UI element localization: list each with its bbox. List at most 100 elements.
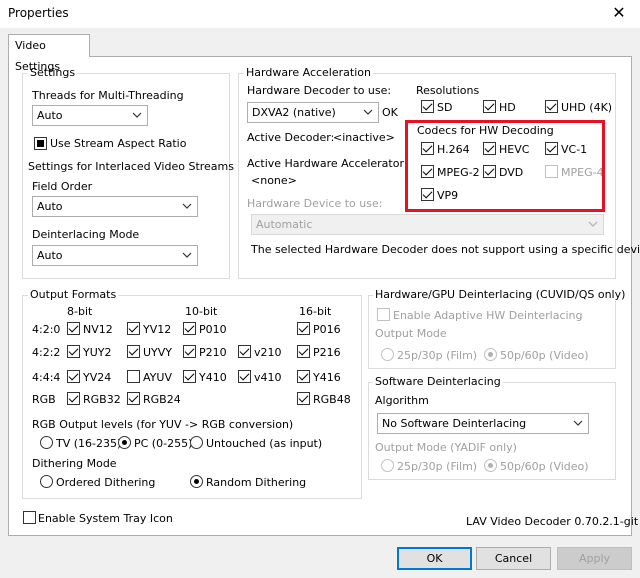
rgb-level-untouched-label: Untouched (as input) xyxy=(206,437,323,450)
format-p016-checkbox[interactable] xyxy=(297,322,310,335)
system-tray-checkbox[interactable] xyxy=(23,511,36,524)
hw-mode-film-radio[interactable] xyxy=(381,348,394,361)
format-rgb32-label: RGB32 xyxy=(83,393,121,406)
row-label-420: 4:2:0 xyxy=(32,323,61,336)
hw-output-mode-label: Output Mode xyxy=(375,327,447,340)
format-y416-checkbox[interactable] xyxy=(297,370,310,383)
format-rgb48-checkbox[interactable] xyxy=(297,392,310,405)
decoder-value: DXVA2 (native) xyxy=(252,106,336,119)
sw-mode-film-label: 25p/30p (Film) xyxy=(397,460,478,473)
format-yuy2-checkbox[interactable] xyxy=(67,345,80,358)
format-p210-checkbox[interactable] xyxy=(183,345,196,358)
col-header-8bit: 8-bit xyxy=(67,305,93,318)
threads-label: Threads for Multi-Threading xyxy=(32,89,184,102)
hw-mode-video-radio[interactable] xyxy=(484,348,497,361)
tab-video-settings[interactable]: Video Settings xyxy=(8,34,90,73)
chevron-down-icon xyxy=(573,420,583,426)
format-rgb24-checkbox[interactable] xyxy=(127,392,140,405)
chevron-down-icon xyxy=(182,252,192,258)
stream-aspect-checkbox[interactable] xyxy=(34,137,47,150)
resolutions-label: Resolutions xyxy=(416,84,480,97)
apply-button[interactable]: Apply xyxy=(557,547,632,570)
rgb-level-untouched-radio[interactable] xyxy=(190,436,203,449)
algorithm-value: No Software Deinterlacing xyxy=(382,417,527,430)
adaptive-hw-deint-checkbox[interactable] xyxy=(377,308,390,321)
format-ayuv-label: AYUV xyxy=(143,371,172,384)
interlaced-label: Settings for Interlaced Video Streams xyxy=(28,160,234,173)
field-order-value: Auto xyxy=(37,200,63,213)
resolution-sd-checkbox[interactable] xyxy=(421,100,434,113)
format-y410-checkbox[interactable] xyxy=(183,370,196,383)
format-yv12-checkbox[interactable] xyxy=(127,322,140,335)
rgb-level-tv-radio[interactable] xyxy=(40,436,53,449)
format-yv24-checkbox[interactable] xyxy=(67,370,80,383)
field-order-label: Field Order xyxy=(32,180,93,193)
format-p010-label: P010 xyxy=(199,323,227,336)
sw-mode-film-radio[interactable] xyxy=(381,459,394,472)
col-header-10bit: 10-bit xyxy=(185,305,218,318)
close-icon[interactable]: ✕ xyxy=(604,2,634,24)
threads-select[interactable]: Auto xyxy=(32,105,148,126)
decoder-select[interactable]: DXVA2 (native) xyxy=(247,102,379,123)
row-label-444: 4:4:4 xyxy=(32,371,61,384)
system-tray-label: Enable System Tray Icon xyxy=(38,512,173,525)
format-p010-checkbox[interactable] xyxy=(183,322,196,335)
cancel-button[interactable]: Cancel xyxy=(476,547,551,570)
hw-deint-legend: Hardware/GPU Deinterlacing (CUVID/QS onl… xyxy=(373,288,628,301)
resolution-uhd-label: UHD (4K) xyxy=(561,101,613,114)
hwaccel-legend: Hardware Acceleration xyxy=(244,66,373,79)
deinterlacing-mode-value: Auto xyxy=(37,249,63,262)
format-rgb32-checkbox[interactable] xyxy=(67,392,80,405)
resolution-hd-checkbox[interactable] xyxy=(483,100,496,113)
device-label: Hardware Device to use: xyxy=(247,197,383,210)
sw-mode-video-radio[interactable] xyxy=(484,459,497,472)
format-uyvy-checkbox[interactable] xyxy=(127,345,140,358)
field-order-select[interactable]: Auto xyxy=(32,196,198,217)
format-p216-label: P216 xyxy=(313,346,341,359)
format-rgb24-label: RGB24 xyxy=(143,393,181,406)
sw-deint-legend: Software Deinterlacing xyxy=(373,375,503,388)
title-bar xyxy=(0,0,640,28)
format-nv12-checkbox[interactable] xyxy=(67,322,80,335)
rgb-level-tv-label: TV (16-235) xyxy=(56,437,122,450)
resolution-hd-label: HD xyxy=(499,101,516,114)
dithering-random-radio[interactable] xyxy=(190,475,203,488)
format-p210-label: P210 xyxy=(199,346,227,359)
active-accel-value: <none> xyxy=(251,174,297,187)
resolution-uhd-checkbox[interactable] xyxy=(545,100,558,113)
ok-button[interactable]: OK xyxy=(397,547,472,570)
decoder-label: Hardware Decoder to use: xyxy=(247,84,392,97)
row-label-rgb: RGB xyxy=(32,393,56,406)
format-nv12-label: NV12 xyxy=(83,323,113,336)
chevron-down-icon xyxy=(182,203,192,209)
format-ayuv-checkbox[interactable] xyxy=(127,370,140,383)
rgb-level-pc-radio[interactable] xyxy=(118,436,131,449)
hw-mode-film-label: 25p/30p (Film) xyxy=(397,349,478,362)
deinterlacing-mode-select[interactable]: Auto xyxy=(32,245,198,266)
deinterlacing-mode-label: Deinterlacing Mode xyxy=(32,228,140,241)
algorithm-select[interactable]: No Software Deinterlacing xyxy=(377,413,589,434)
dithering-ordered-label: Ordered Dithering xyxy=(56,476,156,489)
adaptive-hw-deint-label: Enable Adaptive HW Deinterlacing xyxy=(393,309,583,322)
decoder-ok-status: OK xyxy=(382,106,398,119)
active-decoder-value: <inactive> xyxy=(333,131,395,144)
chevron-down-icon xyxy=(363,109,373,115)
format-v210-checkbox[interactable] xyxy=(238,345,251,358)
format-yv12-label: YV12 xyxy=(143,323,172,336)
format-p216-checkbox[interactable] xyxy=(297,345,310,358)
format-uyvy-label: UYVY xyxy=(143,346,173,359)
resolution-sd-label: SD xyxy=(437,101,453,114)
format-y410-label: Y410 xyxy=(199,371,227,384)
stream-aspect-label: Use Stream Aspect Ratio xyxy=(50,137,187,150)
algorithm-label: Algorithm xyxy=(375,394,429,407)
dithering-random-label: Random Dithering xyxy=(206,476,307,489)
chevron-down-icon xyxy=(588,221,598,227)
device-value: Automatic xyxy=(256,218,313,231)
codecs-highlight-box xyxy=(405,120,605,212)
sw-mode-video-label: 50p/60p (Video) xyxy=(500,460,589,473)
format-v410-checkbox[interactable] xyxy=(238,370,251,383)
dithering-ordered-radio[interactable] xyxy=(40,475,53,488)
format-y416-label: Y416 xyxy=(313,371,341,384)
sw-output-mode-label: Output Mode (YADIF only) xyxy=(375,441,517,454)
device-select[interactable]: Automatic xyxy=(251,214,604,235)
